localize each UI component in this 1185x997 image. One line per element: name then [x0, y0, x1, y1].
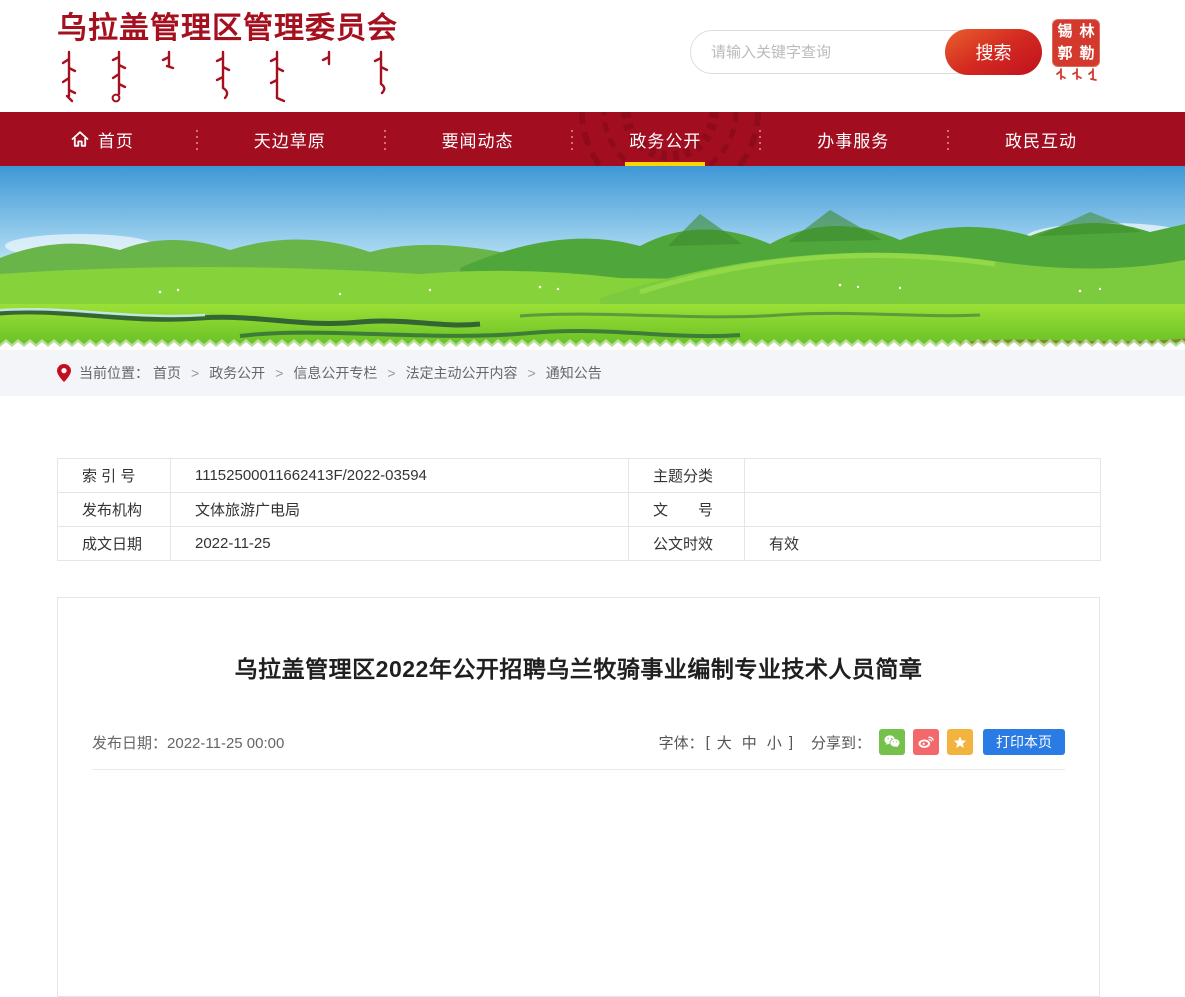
- home-icon: [70, 129, 90, 149]
- article-title: 乌拉盖管理区2022年公开招聘乌兰牧骑事业编制专业技术人员简章: [234, 656, 923, 682]
- publish-date-label: 发布日期：: [92, 734, 168, 752]
- article-meta-row: 发布日期：2022-11-25 00:00 字体： [ 大 中 小 ] 分享到：: [92, 728, 1065, 756]
- nav-item-label: 政民互动: [1005, 131, 1078, 151]
- search-button[interactable]: 搜索: [945, 29, 1042, 75]
- breadcrumb-item-notices[interactable]: 通知公告: [546, 363, 602, 383]
- written-date-label: 成文日期: [57, 526, 171, 561]
- table-row: 索 引 号 11152500011662413F/2022-03594 主题分类: [57, 458, 1101, 493]
- breadcrumb-item-gov-affairs[interactable]: 政务公开: [209, 363, 265, 383]
- banner-image: [0, 166, 1185, 350]
- nav-item-grassland[interactable]: 天边草原: [195, 112, 384, 166]
- breadcrumb-label: 当前位置：: [79, 365, 149, 381]
- breadcrumb-bar: 当前位置： 首页 > 政务公开 > 信息公开专栏 > 法定主动公开内容 > 通知…: [0, 350, 1185, 396]
- location-pin-icon: [57, 364, 71, 382]
- weibo-share-icon[interactable]: [913, 729, 939, 755]
- seal-char: 勒: [1079, 45, 1095, 62]
- print-page-button[interactable]: 打印本页: [983, 729, 1065, 755]
- index-number-label: 索 引 号: [57, 458, 171, 493]
- index-number-value: 11152500011662413F/2022-03594: [170, 458, 629, 493]
- nav-item-label: 政务公开: [629, 131, 702, 151]
- seal-char: 锡: [1057, 23, 1073, 40]
- site-search: 搜索: [690, 29, 1042, 75]
- site-logo[interactable]: 乌拉盖管理区管理委员会: [57, 12, 398, 106]
- seal-char: 林: [1079, 23, 1095, 40]
- doc-number-value: [744, 492, 1101, 527]
- breadcrumb-separator: >: [387, 365, 396, 381]
- doc-number-label: 文 号: [628, 492, 745, 527]
- font-size-large-button[interactable]: 大: [717, 732, 732, 753]
- mongolian-script-decoration: [61, 50, 389, 103]
- font-bracket-open: [: [705, 733, 710, 751]
- validity-value: 有效: [744, 526, 1101, 561]
- article-tools: 字体： [ 大 中 小 ] 分享到： 打印本页: [659, 729, 1065, 755]
- topic-category-label: 主题分类: [628, 458, 745, 493]
- nav-item-interaction[interactable]: 政民互动: [947, 112, 1135, 166]
- breadcrumb-item-info-column[interactable]: 信息公开专栏: [293, 363, 377, 383]
- breadcrumb-item-home[interactable]: 首页: [153, 363, 181, 383]
- nav-item-label: 天边草原: [253, 131, 326, 151]
- site-title: 乌拉盖管理区管理委员会: [57, 12, 398, 45]
- font-size-medium-button[interactable]: 中: [742, 732, 757, 753]
- nav-item-label: 办事服务: [817, 131, 890, 151]
- nav-item-label: 首页: [97, 131, 134, 151]
- nav-item-home[interactable]: 首页: [8, 112, 196, 166]
- official-seal: 锡 林 郭 勒: [1052, 19, 1102, 87]
- table-row: 成文日期 2022-11-25 公文时效 有效: [57, 526, 1101, 561]
- publish-date-value: 2022-11-25 00:00: [167, 734, 285, 752]
- topic-category-value: [744, 458, 1101, 493]
- table-row: 发布机构 文体旅游广电局 文 号: [57, 492, 1101, 527]
- wechat-share-icon[interactable]: [879, 729, 905, 755]
- written-date-value: 2022-11-25: [170, 526, 629, 561]
- nav-item-services[interactable]: 办事服务: [759, 112, 947, 166]
- publish-date: 发布日期：2022-11-25 00:00: [92, 732, 284, 753]
- nav-item-news[interactable]: 要闻动态: [383, 112, 572, 166]
- font-bracket-close: ]: [788, 733, 793, 751]
- seal-mongolian-text: [1056, 68, 1097, 81]
- issuing-agency-label: 发布机构: [57, 492, 171, 527]
- breadcrumb: 当前位置： 首页 > 政务公开 > 信息公开专栏 > 法定主动公开内容 > 通知…: [57, 363, 606, 383]
- meta-divider: [92, 769, 1065, 770]
- favorite-share-icon[interactable]: [947, 729, 973, 755]
- breadcrumb-item-legal-disclosure[interactable]: 法定主动公开内容: [406, 363, 518, 383]
- nav-item-label: 要闻动态: [441, 131, 514, 151]
- breadcrumb-separator: >: [275, 365, 284, 381]
- breadcrumb-separator: >: [527, 365, 536, 381]
- validity-label: 公文时效: [628, 526, 745, 561]
- font-size-label: 字体：: [658, 734, 704, 752]
- nav-item-gov-affairs[interactable]: 政务公开: [571, 112, 759, 166]
- main-navigation: 首页 天边草原 要闻动态 政务公开 办事服务 政民互动: [0, 112, 1185, 166]
- font-size-small-button[interactable]: 小: [767, 732, 782, 753]
- seal-stamp-icon: 锡 林 郭 勒: [1052, 19, 1100, 67]
- document-info-table: 索 引 号 11152500011662413F/2022-03594 主题分类…: [57, 458, 1101, 561]
- share-label: 分享到：: [810, 734, 871, 752]
- issuing-agency-value: 文体旅游广电局: [170, 492, 629, 527]
- site-header: 乌拉盖管理区管理委员会 搜索 锡 林 郭 勒: [0, 0, 1185, 112]
- breadcrumb-separator: >: [191, 365, 200, 381]
- article-container: 乌拉盖管理区2022年公开招聘乌兰牧骑事业编制专业技术人员简章 发布日期：202…: [57, 597, 1100, 997]
- seal-char: 郭: [1057, 45, 1073, 62]
